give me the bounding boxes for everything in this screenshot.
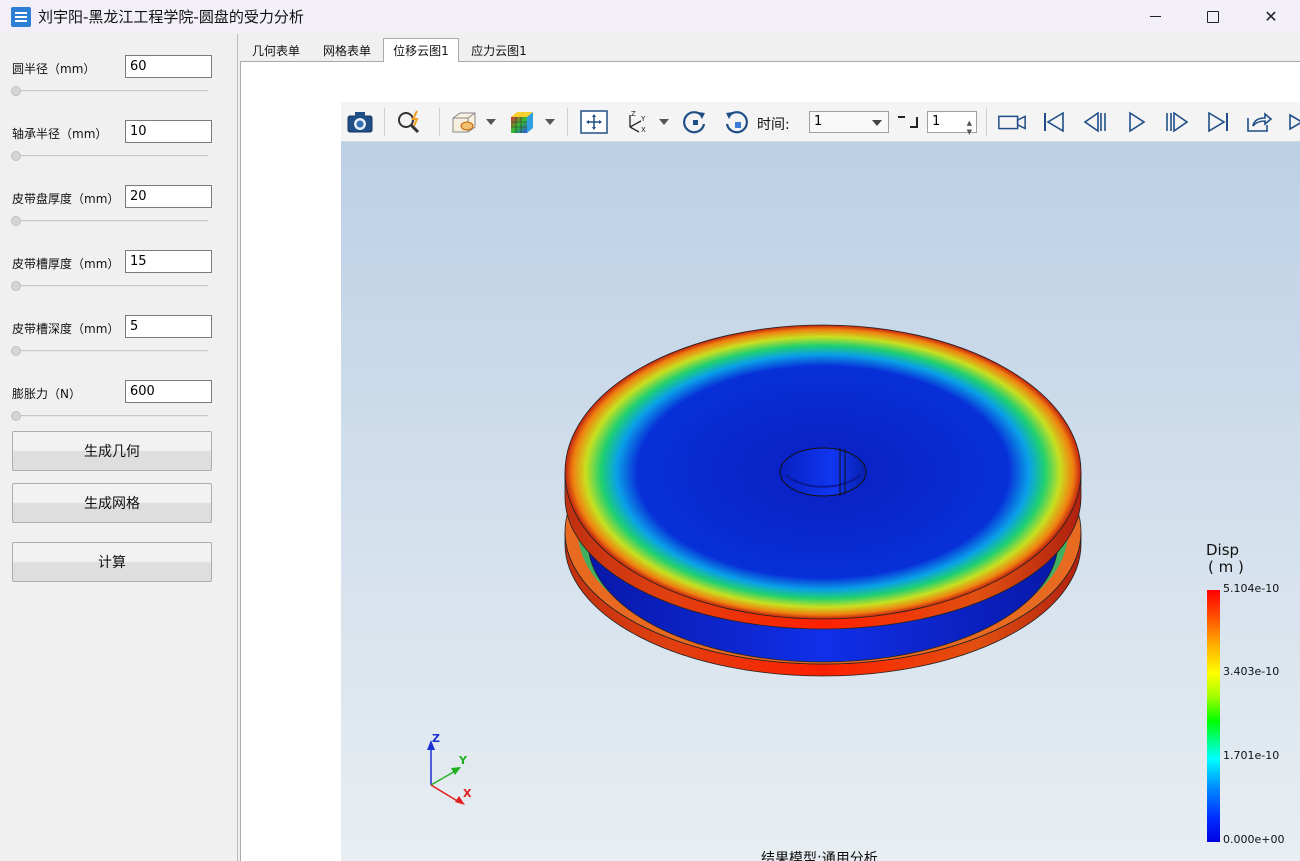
param-label: 圆半径（mm） bbox=[12, 62, 96, 76]
legend-value-3: 1.701e-10 bbox=[1223, 749, 1280, 762]
generate-geometry-button[interactable]: 生成几何 bbox=[12, 431, 212, 471]
window-title: 刘宇阳-黑龙江工程学院-圆盘的受力分析 bbox=[38, 8, 304, 26]
legend-title: Disp ( m ) bbox=[1206, 542, 1244, 576]
rotate-cw-icon[interactable] bbox=[680, 108, 710, 136]
tab-mesh-form[interactable]: 网格表单 bbox=[312, 38, 382, 62]
svg-text:X: X bbox=[641, 126, 646, 134]
tab-displacement-contour[interactable]: 位移云图1 bbox=[383, 38, 459, 63]
app-window: 刘宇阳-黑龙江工程学院-圆盘的受力分析 ✕ 圆半径（mm） 60 轴承半径（mm… bbox=[0, 0, 1300, 861]
radius-input[interactable]: 60 bbox=[125, 55, 212, 78]
color-dropdown-icon[interactable] bbox=[545, 119, 555, 125]
bearing-radius-slider-thumb[interactable] bbox=[11, 151, 21, 161]
legend-quantity: Disp bbox=[1206, 541, 1240, 559]
legend-max-value: 5.104e-10 bbox=[1223, 582, 1280, 595]
close-icon: ✕ bbox=[1264, 7, 1278, 26]
step-value: 1 bbox=[932, 114, 941, 129]
legend-value-2: 3.403e-10 bbox=[1223, 665, 1280, 678]
bearing-radius-slider-track[interactable] bbox=[12, 155, 208, 157]
tab-bar: 几何表单 网格表单 位移云图1 应力云图1 bbox=[240, 38, 1300, 63]
toolbar-separator bbox=[384, 108, 385, 136]
color-legend-bar bbox=[1207, 590, 1220, 842]
viewer-toolbar: ZYX 时间: 1 1 ▲ ▼ bbox=[341, 102, 1300, 142]
compute-button[interactable]: 计算 bbox=[12, 542, 212, 582]
expansion-force-slider-thumb[interactable] bbox=[11, 411, 21, 421]
play-icon[interactable] bbox=[1121, 108, 1151, 136]
axes-view-icon[interactable]: ZYX bbox=[621, 108, 651, 136]
spin-down-icon[interactable]: ▼ bbox=[967, 122, 972, 142]
generate-mesh-button[interactable]: 生成网格 bbox=[12, 483, 212, 523]
display-mode-icon[interactable] bbox=[449, 108, 479, 136]
export-icon[interactable] bbox=[1244, 108, 1274, 136]
minimize-button[interactable] bbox=[1126, 0, 1184, 33]
tab-stress-contour[interactable]: 应力云图1 bbox=[461, 38, 537, 62]
pulley-thickness-input[interactable]: 20 bbox=[125, 185, 212, 208]
param-expansion-force: 膨胀力（N） 600 bbox=[0, 369, 238, 434]
title-bar: 刘宇阳-黑龙江工程学院-圆盘的受力分析 ✕ bbox=[0, 0, 1300, 33]
legend-min-value: 0.000e+00 bbox=[1223, 833, 1285, 846]
color-cube-icon[interactable] bbox=[508, 108, 538, 136]
step-input[interactable]: 1 ▲ ▼ bbox=[927, 111, 977, 136]
groove-depth-slider-thumb[interactable] bbox=[11, 346, 21, 356]
pulley-thickness-slider-track[interactable] bbox=[12, 220, 208, 222]
display-mode-dropdown-icon[interactable] bbox=[486, 119, 496, 125]
axis-y-label: Y bbox=[458, 754, 468, 767]
camera-icon[interactable] bbox=[345, 108, 375, 136]
groove-thickness-input[interactable]: 15 bbox=[125, 250, 212, 273]
pan-icon[interactable] bbox=[579, 108, 609, 136]
video-record-icon[interactable] bbox=[997, 108, 1027, 136]
toolbar-separator bbox=[986, 108, 987, 136]
svg-text:Z: Z bbox=[631, 110, 636, 118]
svg-text:Y: Y bbox=[640, 115, 646, 123]
previous-frame-icon[interactable] bbox=[1080, 108, 1110, 136]
param-label: 膨胀力（N） bbox=[12, 387, 81, 401]
tab-geometry-form[interactable]: 几何表单 bbox=[242, 38, 310, 62]
minimize-icon bbox=[1149, 16, 1161, 17]
pulley-thickness-slider-thumb[interactable] bbox=[11, 216, 21, 226]
last-frame-icon[interactable] bbox=[1203, 108, 1233, 136]
param-label: 皮带盘厚度（mm） bbox=[12, 192, 120, 206]
close-button[interactable]: ✕ bbox=[1242, 0, 1300, 33]
more-tools-icon[interactable] bbox=[1281, 108, 1300, 136]
radius-slider-track[interactable] bbox=[12, 90, 208, 92]
param-label: 轴承半径（mm） bbox=[12, 127, 108, 141]
param-label: 皮带槽深度（mm） bbox=[12, 322, 120, 336]
rotate-ccw-icon[interactable] bbox=[721, 108, 751, 136]
param-groove-thickness: 皮带槽厚度（mm） 15 bbox=[0, 239, 238, 304]
expansion-force-slider-track[interactable] bbox=[12, 415, 208, 417]
legend-unit: ( m ) bbox=[1208, 558, 1244, 576]
app-icon bbox=[11, 6, 31, 27]
param-groove-depth: 皮带槽深度（mm） 5 bbox=[0, 304, 238, 369]
axis-triad: Z Y X bbox=[427, 732, 472, 805]
axis-x-label: X bbox=[463, 787, 472, 800]
groove-thickness-slider-track[interactable] bbox=[12, 285, 208, 287]
result-model-label: 结果模型:通用分析 bbox=[761, 851, 878, 861]
groove-thickness-slider-thumb[interactable] bbox=[11, 281, 21, 291]
first-frame-icon[interactable] bbox=[1039, 108, 1069, 136]
param-label: 皮带槽厚度（mm） bbox=[12, 257, 120, 271]
next-frame-icon[interactable] bbox=[1162, 108, 1192, 136]
param-bearing-radius: 轴承半径（mm） 10 bbox=[0, 109, 238, 174]
param-pulley-thickness: 皮带盘厚度（mm） 20 bbox=[0, 174, 238, 239]
axis-z-label: Z bbox=[432, 732, 440, 745]
zoom-fit-icon[interactable] bbox=[395, 108, 425, 136]
step-icon bbox=[896, 114, 920, 130]
time-select[interactable]: 1 bbox=[809, 111, 889, 133]
param-radius: 圆半径（mm） 60 bbox=[0, 44, 238, 109]
toolbar-separator bbox=[439, 108, 440, 136]
parameter-panel: 圆半径（mm） 60 轴承半径（mm） 10 皮带盘厚度（mm） 20 皮带槽厚… bbox=[0, 34, 238, 861]
expansion-force-input[interactable]: 600 bbox=[125, 380, 212, 403]
maximize-button[interactable] bbox=[1184, 0, 1242, 33]
groove-depth-slider-track[interactable] bbox=[12, 350, 208, 352]
radius-slider-thumb[interactable] bbox=[11, 86, 21, 96]
time-label: 时间: bbox=[757, 117, 790, 133]
maximize-icon bbox=[1207, 10, 1219, 23]
bearing-radius-input[interactable]: 10 bbox=[125, 120, 212, 143]
axes-view-dropdown-icon[interactable] bbox=[659, 119, 669, 125]
groove-depth-input[interactable]: 5 bbox=[125, 315, 212, 338]
toolbar-separator bbox=[567, 108, 568, 136]
3d-viewport[interactable]: Z Y X Disp ( m ) 5.104e-10 3.403e-10 1.7… bbox=[341, 142, 1300, 861]
